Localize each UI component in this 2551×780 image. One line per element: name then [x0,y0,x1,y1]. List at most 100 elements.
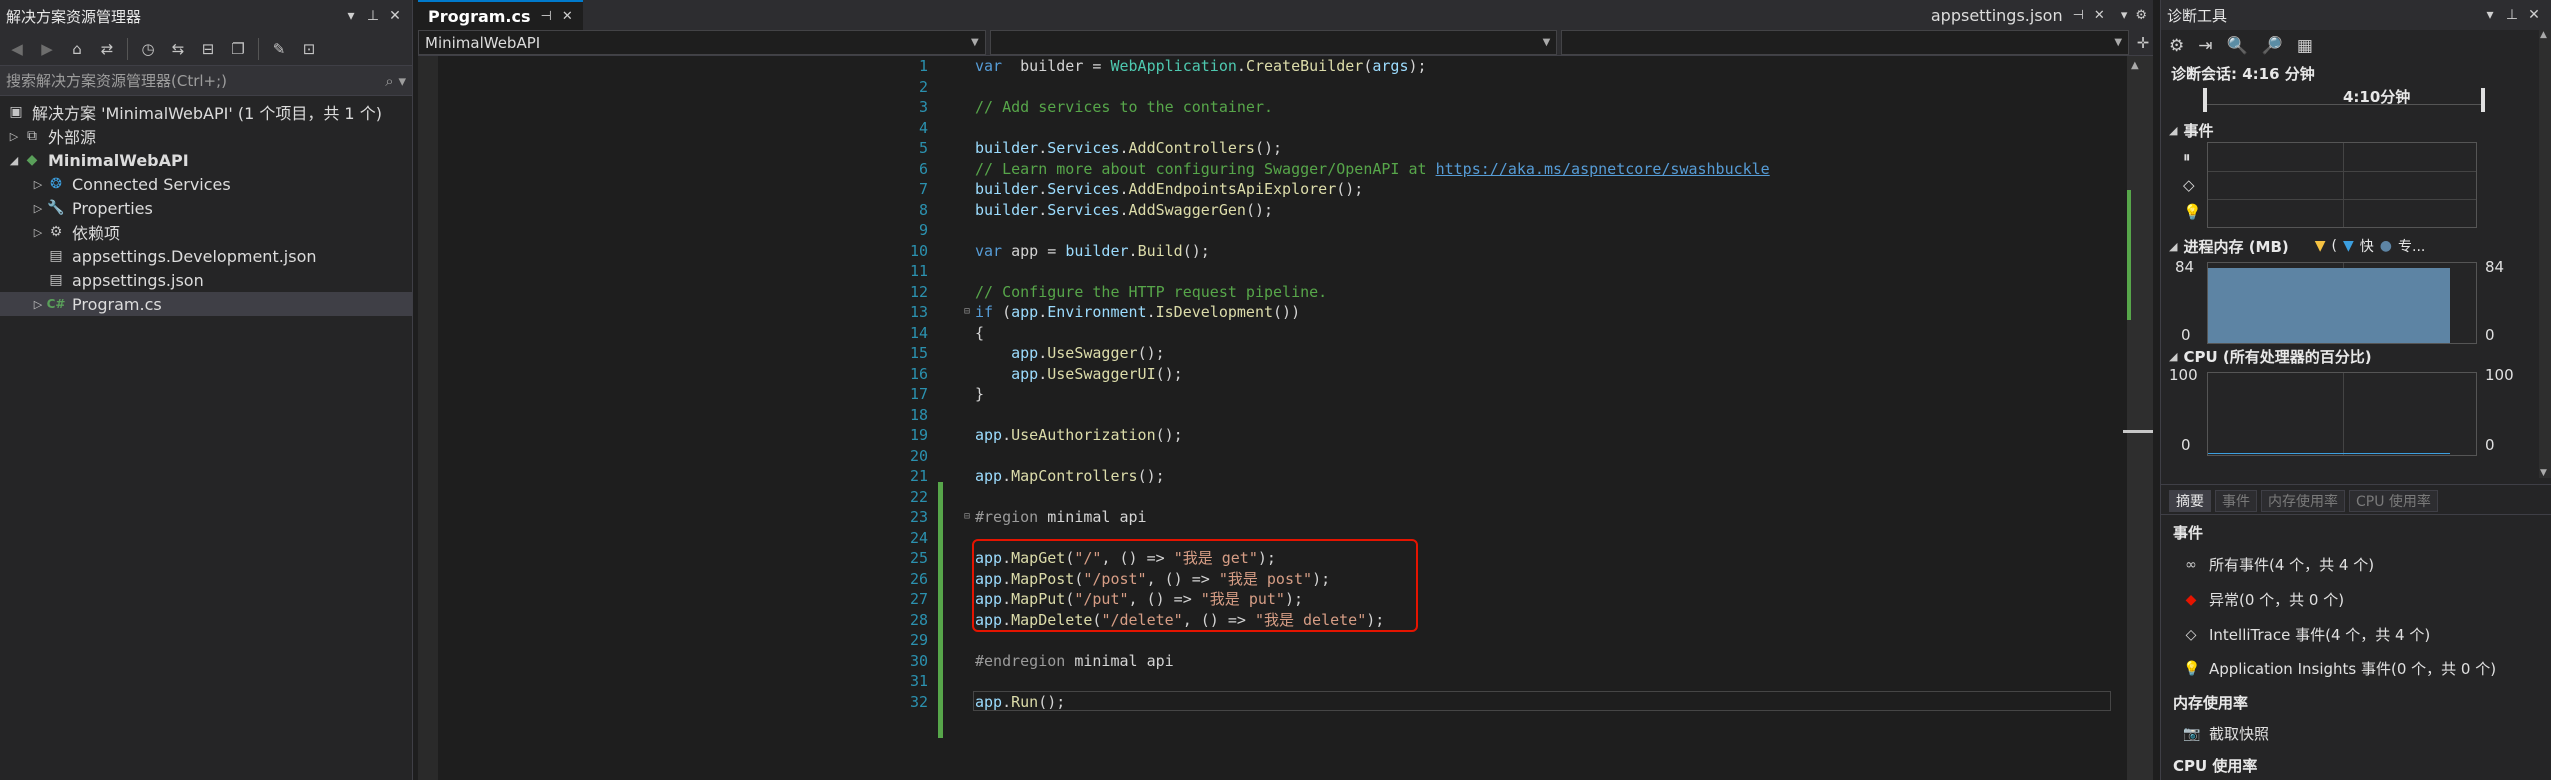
scroll-up-icon[interactable]: ▲ [2131,60,2139,71]
code-line[interactable]: 14 { [438,323,2118,344]
summary-app-insights[interactable]: 💡 Application Insights 事件(0 个，共 0 个) [2183,658,2496,679]
chevron-right-icon[interactable]: ▷ [30,298,46,311]
summary-intellitrace[interactable]: ◇ IntelliTrace 事件(4 个，共 4 个) [2183,624,2431,645]
switch-views-icon[interactable]: ⇄ [94,37,120,61]
export-icon[interactable]: ⇥ [2198,36,2212,56]
close-icon[interactable]: ✕ [2523,7,2545,23]
member-selector[interactable]: ▼ [1561,30,2130,55]
code-line[interactable]: 32 app.Run(); [438,692,2118,713]
back-icon[interactable]: ◀ [4,37,30,61]
summary-exceptions[interactable]: ◆ 异常(0 个，共 0 个) [2183,589,2345,610]
code-line[interactable]: 18 [438,405,2118,426]
code-line[interactable]: 11 [438,261,2118,282]
scroll-up-icon[interactable]: ▲ [2540,30,2547,40]
tab-memory-usage[interactable]: 内存使用率 [2261,490,2345,512]
dropdown-icon[interactable]: ▾ [340,8,362,24]
code-line[interactable]: 16 app.UseSwaggerUI(); [438,364,2118,385]
close-icon[interactable]: ✕ [562,9,573,24]
code-line[interactable]: 13 ⊟ if (app.Environment.IsDevelopment()) [438,302,2118,323]
tree-item-external-sources[interactable]: ▷ ⧉ 外部源 [0,124,412,148]
tree-item-dependencies[interactable]: ▷ ⚙ 依赖项 [0,220,412,244]
code-line[interactable]: 20 [438,446,2118,467]
tree-item-appsettings[interactable]: ▤ appsettings.json [0,268,412,292]
memory-chart[interactable] [2207,262,2477,344]
dropdown-icon[interactable]: ▾ [2121,8,2128,23]
timeline-start-handle[interactable] [2203,88,2207,112]
code-line[interactable]: 25 app.MapGet("/", () => "我是 get"); [438,548,2118,569]
code-line[interactable]: 21 app.MapControllers(); [438,466,2118,487]
code-line[interactable]: 30 #endregion minimal api [438,651,2118,672]
code-line[interactable]: 4 [438,118,2118,139]
vertical-scrollbar[interactable]: ▲ [2123,56,2153,780]
settings-gear-icon[interactable]: ⚙ [2169,36,2184,56]
tab-events[interactable]: 事件 [2215,490,2257,512]
project-selector[interactable]: MinimalWebAPI ▼ [418,30,986,55]
code-line[interactable]: 17} [438,384,2118,405]
close-icon[interactable]: ✕ [2094,8,2105,23]
collapse-icon[interactable]: ◢ [2169,124,2177,137]
code-line[interactable]: 31 [438,671,2118,692]
settings-gear-icon[interactable]: ⚙ [2135,8,2147,23]
code-line[interactable]: 10 var app = builder.Build(); [438,241,2118,262]
search-icon[interactable]: ⌕ ▾ [385,72,406,90]
tree-item-appsettings-dev[interactable]: ▤ appsettings.Development.json [0,244,412,268]
fold-toggle-icon[interactable]: ⊟ [964,302,970,323]
events-chart[interactable] [2207,142,2477,228]
code-line[interactable]: 5 builder.Services.AddControllers(); [438,138,2118,159]
history-icon[interactable]: ◷ [135,37,161,61]
search-input[interactable]: 搜索解决方案资源管理器(Ctrl+;) [6,70,385,91]
code-line[interactable]: 22 [438,487,2118,508]
code-line[interactable]: 24 [438,528,2118,549]
tab-appsettings-json[interactable]: appsettings.json ⊣ ✕ [1920,0,2115,30]
forward-icon[interactable]: ▶ [34,37,60,61]
tab-summary[interactable]: 摘要 [2169,490,2211,512]
code-line[interactable]: 19 app.UseAuthorization(); [438,425,2118,446]
zoom-out-icon[interactable]: 🔎 [2262,36,2283,56]
code-line[interactable]: 27 app.MapPut("/put", () => "我是 put"); [438,589,2118,610]
take-snapshot-button[interactable]: 📷 截取快照 [2183,723,2269,744]
code-line[interactable]: 28 app.MapDelete("/delete", () => "我是 del… [438,610,2118,631]
pin-icon[interactable]: ⊣ [2073,8,2084,23]
chevron-right-icon[interactable]: ▷ [30,226,46,239]
home-icon[interactable]: ⌂ [64,37,90,61]
reset-zoom-icon[interactable]: ▦ [2297,36,2313,56]
tree-item-properties[interactable]: ▷ 🔧 Properties [0,196,412,220]
preview-icon[interactable]: ⊡ [296,37,322,61]
tree-item-connected-services[interactable]: ▷ ❂ Connected Services [0,172,412,196]
sync-icon[interactable]: ⇆ [165,37,191,61]
code-line[interactable]: 3 // Add services to the container. [438,97,2118,118]
tree-item-program-cs[interactable]: ▷ C# Program.cs [0,292,412,316]
pin-icon[interactable]: ⊣ [541,9,552,24]
scroll-down-icon[interactable]: ▼ [2540,468,2547,478]
chevron-down-icon[interactable]: ◢ [6,154,22,167]
pin-icon[interactable]: ⊥ [2501,7,2523,23]
close-icon[interactable]: ✕ [384,8,406,24]
show-all-files-icon[interactable]: ❐ [225,37,251,61]
zoom-in-icon[interactable]: 🔍 [2227,36,2248,56]
tree-item-solution[interactable]: ▣ 解决方案 'MinimalWebAPI' (1 个项目，共 1 个) [0,100,412,124]
code-line[interactable]: 1 var builder = WebApplication.CreateBuil… [438,56,2118,77]
chevron-right-icon[interactable]: ▷ [6,130,22,143]
pin-icon[interactable]: ⊥ [362,8,384,24]
cpu-chart[interactable] [2207,372,2477,456]
properties-wrench-icon[interactable]: ✎ [266,37,292,61]
code-line[interactable]: 12 // Configure the HTTP request pipeline… [438,282,2118,303]
code-line[interactable]: 9 [438,220,2118,241]
code-line[interactable]: 6 // Learn more about configuring Swagger… [438,159,2118,180]
split-window-icon[interactable]: ✛ [2133,30,2153,55]
fold-toggle-icon[interactable]: ⊟ [964,507,970,528]
chevron-right-icon[interactable]: ▷ [30,202,46,215]
code-line[interactable]: 7 builder.Services.AddEndpointsApiExplore… [438,179,2118,200]
solution-explorer-search[interactable]: 搜索解决方案资源管理器(Ctrl+;) ⌕ ▾ [0,66,412,96]
code-line[interactable]: 26 app.MapPost("/post", () => "我是 post"); [438,569,2118,590]
dropdown-icon[interactable]: ▾ [2479,7,2501,23]
code-line[interactable]: 15 app.UseSwagger(); [438,343,2118,364]
tree-item-project[interactable]: ◢ ◆ MinimalWebAPI [0,148,412,172]
code-area[interactable]: 1 var builder = WebApplication.CreateBuil… [418,56,2135,780]
code-line[interactable]: 2 [438,77,2118,98]
summary-all-events[interactable]: ∞ 所有事件(4 个，共 4 个) [2183,554,2374,575]
tab-cpu-usage[interactable]: CPU 使用率 [2349,490,2438,512]
tab-program-cs[interactable]: Program.cs ⊣ ✕ [418,0,583,30]
collapse-icon[interactable]: ◢ [2169,350,2177,363]
type-selector[interactable]: ▼ [989,30,1558,55]
